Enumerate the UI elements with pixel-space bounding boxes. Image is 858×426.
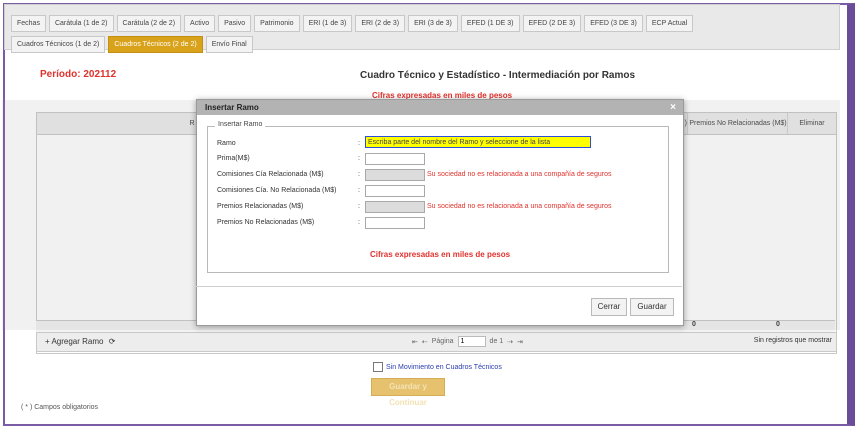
fieldset-legend: Insertar Ramo <box>215 121 266 128</box>
last-page-icon[interactable]: ⇥ <box>517 338 523 346</box>
dialog-titlebar: Insertar Ramo × <box>197 100 683 115</box>
sin-movimiento-label: Sin Movimiento en Cuadros Técnicos <box>386 363 502 371</box>
sin-movimiento-checkbox[interactable] <box>373 362 383 372</box>
tab-ecp-actual[interactable]: ECP Actual <box>645 15 694 32</box>
prev-page-icon[interactable]: ⇠ <box>422 338 428 346</box>
page-label: Página <box>431 338 454 345</box>
colon: : <box>358 171 360 178</box>
tab-row-1: Fechas Carátula (1 de 2) Carátula (2 de … <box>11 15 694 32</box>
tab-caratula-1[interactable]: Carátula (1 de 2) <box>48 15 114 32</box>
prem-rel-label: Premios Relacionadas (M$) <box>217 203 304 210</box>
tab-eri-2[interactable]: ERI (2 de 3) <box>355 15 406 32</box>
com-no-rel-label: Comisiones Cía. No Relacionada (M$) <box>217 187 337 194</box>
dialog-cifras-note: Cifras expresadas en miles de pesos <box>370 250 511 259</box>
tab-cuadros-tecnicos-1[interactable]: Cuadros Técnicos (1 de 2) <box>11 36 106 53</box>
prem-rel-input <box>365 201 425 213</box>
colon: : <box>358 140 360 147</box>
first-page-icon[interactable]: ⇤ <box>412 338 418 346</box>
colon: : <box>358 187 360 194</box>
dialog-title: Insertar Ramo <box>205 103 259 112</box>
tab-envio-final[interactable]: Envío Final <box>205 36 253 53</box>
colon: : <box>358 219 360 226</box>
prima-input[interactable] <box>365 153 425 165</box>
com-rel-input <box>365 169 425 181</box>
pager-nav: ⇤ ⇠ Página de 1 ⇢ ⇥ <box>412 336 523 347</box>
tab-fechas[interactable]: Fechas <box>11 15 46 32</box>
sin-movimiento-option[interactable]: Sin Movimiento en Cuadros Técnicos <box>373 362 502 372</box>
tab-cuadros-tecnicos-2[interactable]: Cuadros Técnicos (2 de 2) <box>108 36 203 53</box>
com-rel-warning: Su sociedad no es relacionada a una comp… <box>427 171 612 178</box>
tab-patrimonio[interactable]: Patrimonio <box>254 15 300 32</box>
tab-caratula-2[interactable]: Carátula (2 de 2) <box>116 15 182 32</box>
page-of-label: de 1 <box>489 338 504 345</box>
tab-activo[interactable]: Activo <box>184 15 216 32</box>
cerrar-button[interactable]: Cerrar <box>591 298 627 316</box>
tab-eri-3[interactable]: ERI (3 de 3) <box>408 15 458 32</box>
no-records-label: Sin registros que mostrar <box>753 337 832 344</box>
add-ramo-button[interactable]: + Agregar Ramo ⟳ <box>45 337 115 346</box>
save-continue-button[interactable]: Guardar y Continuar <box>371 378 445 407</box>
tab-bar: Fechas Carátula (1 de 2) Carátula (2 de … <box>4 4 840 53</box>
page-title: Cuadro Técnico y Estadístico - Intermedi… <box>360 70 636 81</box>
guardar-button[interactable]: Guardar <box>630 298 674 316</box>
tab-efed-3[interactable]: EFED (3 DE 3) <box>584 15 643 32</box>
close-icon[interactable]: × <box>670 100 676 115</box>
prem-no-rel-input[interactable] <box>365 217 425 229</box>
prem-rel-warning: Su sociedad no es relacionada a una comp… <box>427 203 612 210</box>
add-ramo-label: Agregar Ramo <box>51 337 104 346</box>
tab-eri-1[interactable]: ERI (1 de 3) <box>302 15 353 32</box>
period-label: Período: 202112 <box>40 69 117 80</box>
refresh-icon[interactable]: ⟳ <box>109 337 116 346</box>
ramo-input[interactable]: Escriba parte del nombre del Ramo y sele… <box>365 136 591 148</box>
com-no-rel-input[interactable] <box>365 185 425 197</box>
insert-ramo-dialog: Insertar Ramo × Insertar Ramo <box>196 99 684 326</box>
prem-no-rel-label: Premios No Relacionadas (M$) <box>217 219 315 226</box>
tab-pasivo[interactable]: Pasivo <box>218 15 252 32</box>
tab-efed-1[interactable]: EFED (1 DE 3) <box>460 15 520 32</box>
required-fields-note: ( * ) Campos obligatorios <box>21 404 99 411</box>
colon: : <box>358 203 360 210</box>
grid-pager: + Agregar Ramo ⟳ ⇤ ⇠ Página de 1 ⇢ ⇥ Sin… <box>36 332 837 352</box>
tab-row-2: Cuadros Técnicos (1 de 2) Cuadros Técnic… <box>11 36 253 53</box>
prima-label: Prima(M$) <box>217 155 250 162</box>
page-input[interactable] <box>457 336 486 347</box>
next-page-icon[interactable]: ⇢ <box>507 338 513 346</box>
plus-icon: + <box>45 337 50 346</box>
tab-efed-2[interactable]: EFED (2 DE 3) <box>522 15 582 32</box>
ramo-label: Ramo <box>217 140 236 147</box>
colon: : <box>358 155 360 162</box>
dialog-separator <box>196 286 682 287</box>
com-rel-label: Comisiones Cía Relacionada (M$) <box>217 171 324 178</box>
